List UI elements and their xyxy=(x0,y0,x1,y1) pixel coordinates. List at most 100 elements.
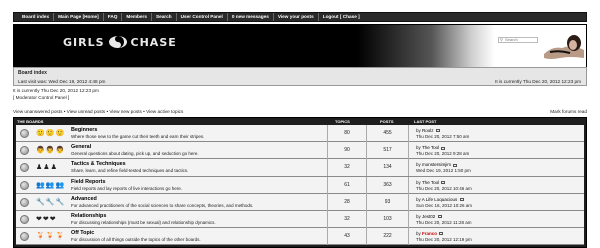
forum-category-icons: 👨 👨 👨 xyxy=(36,145,66,156)
last-post-author: by monstersimjim xyxy=(416,162,458,168)
posts-count: 222 xyxy=(367,228,409,246)
forum-icon: ❤ xyxy=(49,215,56,223)
posts-count: 134 xyxy=(367,159,409,177)
mark-forums-read-link[interactable]: Mark forums read xyxy=(550,109,587,114)
nav-link-members[interactable]: Members xyxy=(122,13,152,21)
forum-icon: 🍹 xyxy=(45,233,55,241)
last-post-author: by Franco xyxy=(416,231,444,237)
forum-title[interactable]: General xyxy=(71,144,91,150)
go-to-post-icon[interactable] xyxy=(435,129,440,133)
posts-count: 455 xyxy=(367,125,409,142)
forum-title[interactable]: Advanced xyxy=(71,196,97,202)
forum-icon: 👨 xyxy=(55,147,65,155)
last-post-by: by xyxy=(416,196,421,202)
view-posts-links[interactable]: View unanswered posts • View unread post… xyxy=(13,109,183,114)
forum-icon: ❤ xyxy=(36,215,42,223)
forum-title[interactable]: Beginners xyxy=(71,127,97,133)
posts-count: 93 xyxy=(367,193,409,211)
moderator-panel-link[interactable]: [ Moderator Control Panel ] xyxy=(13,95,69,100)
forum-row[interactable]: 🔧 🔧 🔧 Advanced For advanced practitioner… xyxy=(16,193,584,211)
forum-row[interactable]: ❤ ❤ ❤ Relationships For discussing relat… xyxy=(16,210,584,229)
forum-title[interactable]: Tactics & Techniques xyxy=(71,161,126,167)
nav-link-faq[interactable]: FAQ xyxy=(104,13,123,21)
forum-description: Where those new to the game cut their te… xyxy=(71,134,205,139)
forum-icon: 🙂 xyxy=(36,130,45,137)
forum-icon: 🔧 xyxy=(55,198,65,206)
header-boards: THE BOARDS xyxy=(17,119,44,124)
topics-count: 61 xyxy=(327,176,367,194)
last-post-by: by xyxy=(416,128,421,133)
forum-title[interactable]: Relationships xyxy=(71,213,106,219)
go-to-post-icon[interactable] xyxy=(441,146,446,150)
nav-link-board-index[interactable]: Board index xyxy=(18,13,55,21)
nav-link-logout-chase[interactable]: Logout [ Chase ] xyxy=(319,13,364,21)
nav-link-search[interactable]: Search xyxy=(152,13,177,21)
forum-category-icons: 🍹 🍹 🍹 xyxy=(36,231,66,242)
forum-status-icon xyxy=(20,214,29,224)
search-input[interactable]: ⚲ Search xyxy=(498,37,538,43)
forum-table: THE BOARDS TOPICS POSTS LAST POST 🙂 🙂 🙂 … xyxy=(13,117,587,248)
nav-link-user-control-panel[interactable]: User Control Panel xyxy=(177,13,228,21)
last-post-date: Wed Dec 19, 2012 1:50 pm xyxy=(416,168,471,174)
topics-count: 90 xyxy=(327,142,367,160)
forum-category-icons: 👥 👥 👥 xyxy=(36,180,66,191)
forum-category-icons: ♟ ♟ ♟ xyxy=(36,162,66,173)
forum-description: Field reports and lay reports of live in… xyxy=(71,185,183,191)
last-post-user[interactable]: A Life Loquacious xyxy=(422,197,458,202)
logo-text-left: GIRLS xyxy=(63,35,105,49)
last-post-date: Thu Dec 20, 2012 9:28 am xyxy=(416,151,470,157)
header-photo xyxy=(540,28,586,65)
forum-row[interactable]: 👨 👨 👨 General General questions about da… xyxy=(16,142,584,160)
last-post-user[interactable]: monstersimjim xyxy=(422,162,451,167)
current-time-info: It is currently Thu Dec 20, 2012 12:23 p… xyxy=(13,88,99,93)
site-logo[interactable]: GIRLS CHASE xyxy=(63,35,177,49)
forum-status-icon xyxy=(20,197,29,207)
topics-count: 43 xyxy=(327,228,367,246)
last-post-author: by A Life Loquacious xyxy=(416,197,464,202)
last-post-user[interactable]: The Tool xyxy=(422,180,439,185)
forum-rows: 🙂 🙂 🙂 Beginners Where those new to the g… xyxy=(16,125,584,246)
forum-status-icon xyxy=(20,129,29,138)
last-post-by: by xyxy=(416,231,421,237)
last-post-author: by Jest02 xyxy=(416,214,442,219)
nav-link-view-your-posts[interactable]: View your posts xyxy=(274,13,319,21)
forum-title[interactable]: Field Reports xyxy=(71,179,105,185)
forum-row[interactable]: 🍹 🍹 🍹 Off Topic For discussion of all th… xyxy=(16,228,584,246)
forum-icon: 🔧 xyxy=(45,198,55,206)
forum-description: For advanced practitioners of the social… xyxy=(71,202,254,208)
last-post-user[interactable]: The Tool xyxy=(422,145,439,150)
forum-row[interactable]: 🙂 🙂 🙂 Beginners Where those new to the g… xyxy=(16,125,584,143)
yin-yang-emblem-icon xyxy=(108,36,127,48)
forum-row[interactable]: 👥 👥 👥 Field Reports Field reports and la… xyxy=(16,176,584,194)
header-last-post: LAST POST xyxy=(414,119,437,124)
last-post-by: by xyxy=(416,162,421,168)
go-to-post-icon[interactable] xyxy=(453,163,458,167)
nav-link-main-page-home[interactable]: Main Page [Home] xyxy=(54,13,104,21)
forum-category-icons: 🙂 🙂 🙂 xyxy=(36,128,66,139)
go-to-post-icon[interactable] xyxy=(441,180,446,184)
last-post-date: Thu Dec 20, 2012 11:28 am xyxy=(416,219,472,225)
header-posts: POSTS xyxy=(380,119,394,124)
forum-icon: ❤ xyxy=(42,215,49,223)
last-post-user[interactable]: Franco xyxy=(422,231,437,236)
search-placeholder: Search xyxy=(505,37,518,42)
forum-row[interactable]: ♟ ♟ ♟ Tactics & Techniques Share, learn,… xyxy=(16,159,584,177)
topics-count: 28 xyxy=(327,193,367,211)
breadcrumb-board-index[interactable]: Board index xyxy=(18,70,47,76)
posts-count: 103 xyxy=(367,210,409,228)
nav-link-0-new-messages[interactable]: 0 new messages xyxy=(228,13,274,21)
go-to-post-icon[interactable] xyxy=(439,232,444,236)
forum-description: General questions about dating, pick up,… xyxy=(71,151,199,157)
last-post-user[interactable]: Jest02 xyxy=(422,214,435,219)
forum-title[interactable]: Off Topic xyxy=(71,230,94,236)
breadcrumb: Board index Last visit was: Wed Dec 19, … xyxy=(13,67,587,86)
last-post-date: Sun Dec 16, 2012 10:26 am xyxy=(416,202,473,208)
header-banner: GIRLS CHASE ⚲ Search xyxy=(13,24,587,68)
forum-icon: ♟ xyxy=(50,164,57,172)
go-to-post-icon[interactable] xyxy=(437,215,442,219)
forum-icon: 🙂 xyxy=(55,130,65,137)
go-to-post-icon[interactable] xyxy=(459,198,464,202)
last-post-user[interactable]: Roolz xyxy=(422,128,434,133)
forum-icon: 👨 xyxy=(36,147,45,155)
last-visit-text: Last visit was: Wed Dec 19, 2012 4:48 pm xyxy=(18,79,106,84)
